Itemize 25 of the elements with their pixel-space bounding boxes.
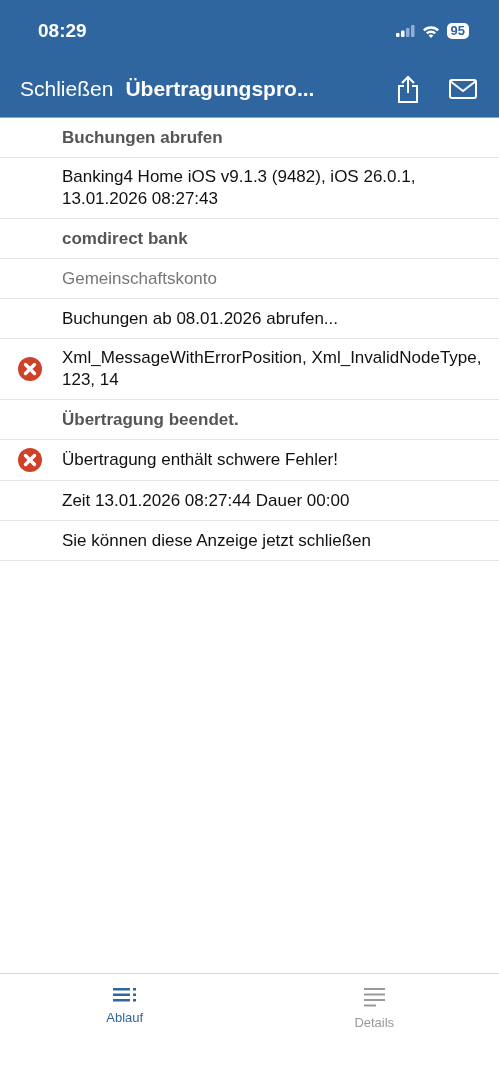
error-icon [18,448,42,472]
error-message: Xml_MessageWithErrorPosition, Xml_InvalidNodeType, 123, 14 [62,347,483,391]
share-button[interactable] [397,75,419,103]
list-icon [113,988,137,1002]
text-lines-icon [363,988,385,1007]
log-subtitle: Gemeinschaftskonto [62,267,217,290]
log-message: Banking4 Home iOS v9.1.3 (9482), iOS 26.0.1, 13.01.2026 08:27:43 [62,166,417,210]
tab[interactable]: Ablauf [0,974,250,1080]
error-icon [18,357,42,381]
screen-title: Übertragungspro... [125,77,316,101]
log-message: Zeit 13.01.2026 08:27:44 Dauer 00:00 [62,489,350,512]
battery-level: 95 [446,23,469,39]
mail-button[interactable] [449,79,477,99]
share-icon [397,75,419,103]
mail-icon [449,79,477,99]
clock-time: 08:29 [38,20,88,42]
log-message: Buchungen ab 08.01.2026 abrufen... [62,307,338,330]
log-heading: comdirect bank [62,227,188,250]
log-heading: Übertragung beendet. [62,408,239,431]
error-message: Übertragung enthält schwere Fehler! [62,449,338,471]
signal-icon [395,25,415,37]
close-button[interactable]: Schließen [20,77,114,101]
wifi-icon [421,24,440,38]
log-heading: Buchungen abrufen [62,126,223,149]
log-message: Sie können diese Anzeige jetzt schließen [62,529,372,552]
